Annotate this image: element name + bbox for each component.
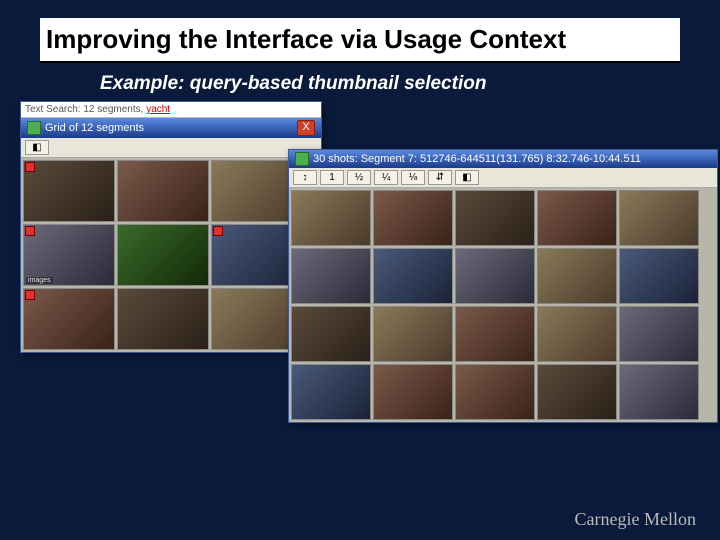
thumbnail[interactable] [455,306,535,362]
window-grid-segments: Text Search: 12 segments, yacht Grid of … [20,101,322,353]
zoom-button[interactable]: ◧ [455,170,479,185]
thumbnail[interactable] [291,248,371,304]
thumbnail[interactable] [619,306,699,362]
thumbnail[interactable] [455,248,535,304]
thumbnail[interactable] [619,364,699,420]
zoom-button[interactable]: ¼ [374,170,398,185]
zoom-button[interactable]: ½ [347,170,371,185]
window-b-titlebar[interactable]: 30 shots: Segment 7: 512746-644511(131.7… [289,150,717,168]
zoom-button[interactable]: 1 [320,170,344,185]
window-shot-segment: 30 shots: Segment 7: 512746-644511(131.7… [288,149,718,423]
thumbnail[interactable] [537,248,617,304]
window-a-titlebar[interactable]: Grid of 12 segments X [21,118,321,138]
thumbnail-grid-a: images [21,158,321,352]
thumbnail[interactable] [455,364,535,420]
window-b-title: 30 shots: Segment 7: 512746-644511(131.7… [313,153,641,165]
thumbnail[interactable] [373,190,453,246]
thumbnail[interactable] [537,364,617,420]
zoom-button[interactable]: ⅛ [401,170,425,185]
search-status-text: Text Search: 12 segments, [25,104,143,115]
select-marker-icon [25,162,35,172]
thumbnail[interactable] [619,248,699,304]
thumbnail[interactable] [117,288,209,350]
tool-button[interactable]: ◧ [25,140,49,155]
info-icon [27,121,41,135]
info-icon [295,152,309,166]
window-b-toolbar: ↕1½¼⅛⇵◧ [289,168,717,188]
thumbnail[interactable] [291,364,371,420]
window-a-toolbar: ◧ [21,138,321,158]
thumbnail[interactable] [455,190,535,246]
search-status-bar: Text Search: 12 segments, yacht [21,102,321,118]
thumbnail[interactable] [23,288,115,350]
thumbnail-grid-b [289,188,717,422]
zoom-button[interactable]: ⇵ [428,170,452,185]
close-button[interactable]: X [297,120,315,136]
thumbnail[interactable] [619,190,699,246]
thumbnail[interactable] [23,160,115,222]
thumbnail[interactable] [537,306,617,362]
brand-logo: Carnegie Mellon [575,509,696,530]
subtitle: Example: query-based thumbnail selection [100,73,720,95]
thumbnail[interactable] [373,248,453,304]
thumbnail[interactable]: images [23,224,115,286]
thumbnail[interactable] [291,190,371,246]
thumbnail[interactable] [291,306,371,362]
select-marker-icon [25,226,35,236]
window-a-title: Grid of 12 segments [45,122,144,134]
select-marker-icon [213,226,223,236]
search-query: yacht [146,104,170,115]
thumbnail[interactable] [373,306,453,362]
thumbnail[interactable] [373,364,453,420]
select-marker-icon [25,290,35,300]
thumbnail[interactable] [117,224,209,286]
page-title: Improving the Interface via Usage Contex… [40,18,680,63]
thumbnail-tag: images [26,277,53,284]
zoom-button[interactable]: ↕ [293,170,317,185]
thumbnail[interactable] [117,160,209,222]
thumbnail[interactable] [537,190,617,246]
stage: Text Search: 12 segments, yacht Grid of … [20,101,700,441]
